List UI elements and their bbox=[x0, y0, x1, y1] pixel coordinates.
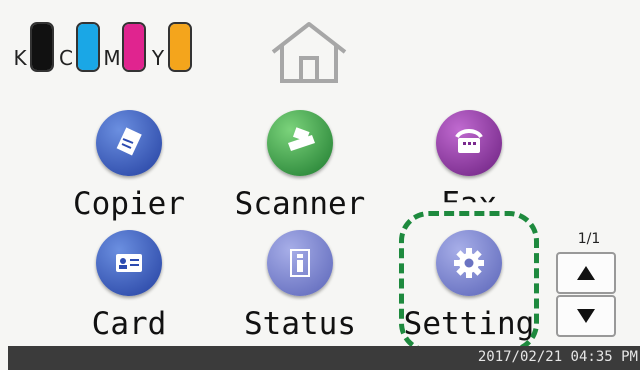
datetime-display: 2017/02/21 04:35 PM bbox=[477, 349, 638, 365]
scanner-icon bbox=[267, 110, 333, 176]
scanner-label: Scanner bbox=[234, 186, 366, 222]
printer-control-panel: K C M Y Copier Scanner Fax Card Status S… bbox=[0, 0, 640, 370]
toner-tank-c bbox=[76, 22, 100, 72]
toner-label-k: K bbox=[13, 46, 27, 70]
home-icon bbox=[271, 22, 347, 83]
fax-button[interactable]: Fax bbox=[399, 110, 539, 250]
gear-icon bbox=[436, 230, 502, 296]
page-indicator: 1/1 bbox=[577, 231, 601, 247]
status-label: Status bbox=[244, 306, 356, 342]
fax-label: Fax bbox=[441, 186, 497, 222]
scanner-button[interactable]: Scanner bbox=[230, 110, 370, 250]
triangle-up-icon bbox=[577, 266, 595, 280]
home-button[interactable] bbox=[268, 20, 350, 84]
toner-label-y: Y bbox=[151, 46, 165, 70]
copier-label: Copier bbox=[73, 186, 185, 222]
toner-label-m: M bbox=[103, 46, 121, 70]
copier-button[interactable]: Copier bbox=[59, 110, 199, 250]
card-label: Card bbox=[91, 306, 167, 342]
toner-tank-k bbox=[30, 22, 54, 72]
info-icon bbox=[267, 230, 333, 296]
page-down-button[interactable] bbox=[556, 295, 616, 337]
setting-label: Setting bbox=[403, 306, 535, 342]
copier-icon bbox=[96, 110, 162, 176]
page-up-button[interactable] bbox=[556, 252, 616, 294]
toner-tank-y bbox=[168, 22, 192, 72]
id-card-icon bbox=[96, 230, 162, 296]
triangle-down-icon bbox=[577, 309, 595, 323]
toner-label-c: C bbox=[59, 46, 73, 70]
toner-tank-m bbox=[122, 22, 146, 72]
status-bar: 2017/02/21 04:35 PM bbox=[8, 346, 640, 370]
toner-levels: K C M Y bbox=[10, 22, 194, 72]
fax-icon bbox=[436, 110, 502, 176]
